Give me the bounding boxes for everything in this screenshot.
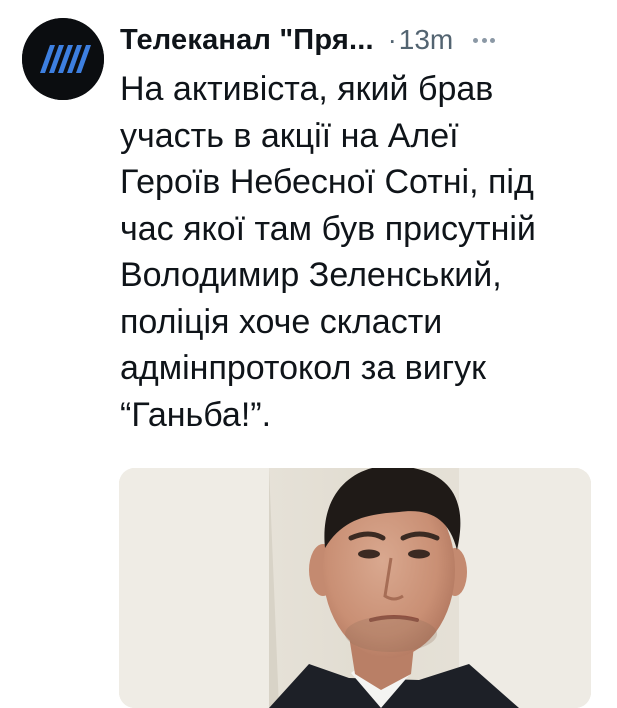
tweet-header: Телеканал "Пря... · 13m (120, 20, 600, 60)
avatar[interactable] (22, 18, 104, 100)
tweet-media-photo[interactable] (119, 468, 591, 708)
tweet-text: На активіста, який брав участь в акції н… (120, 66, 600, 438)
timestamp[interactable]: 13m (399, 24, 453, 56)
more-icon[interactable] (473, 30, 496, 50)
tweet-text-line: поліція хоче скласти (120, 302, 443, 341)
tweet-text-line: адмінпротокол за вигук (120, 349, 487, 387)
tweet-text-line: участь в акції на Алеї (120, 116, 459, 155)
separator-dot: · (387, 24, 397, 55)
portrait-photo (119, 468, 591, 708)
tweet-text-line: Героїв Небесної Сотні, під (120, 163, 534, 201)
tweet-text-line: Володимир Зеленський, (120, 256, 502, 294)
tweet-card[interactable]: Телеканал "Пря... · 13m На активіста, як… (0, 0, 617, 708)
author-name[interactable]: Телеканал "Пря... (120, 24, 374, 57)
tweet-text-line: час якої там був присутній (120, 209, 536, 248)
tweet-text-line: На активіста, який брав (120, 70, 494, 108)
channel-logo-stripes-icon (22, 18, 104, 100)
tweet-text-line: “Ганьба!”. (120, 395, 272, 434)
